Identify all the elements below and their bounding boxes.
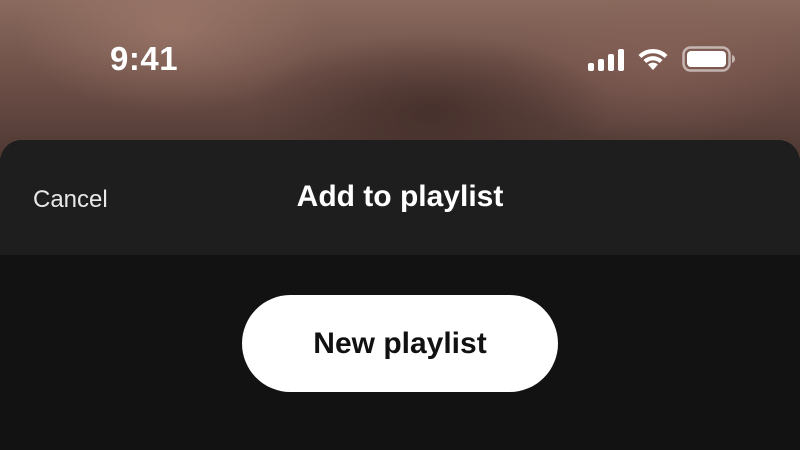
- sheet-title: Add to playlist: [296, 180, 504, 213]
- sheet-header: Cancel Add to playlist: [0, 140, 800, 255]
- battery-icon: [682, 46, 736, 72]
- wifi-icon: [636, 46, 670, 72]
- add-to-playlist-sheet: Cancel Add to playlist New playlist: [0, 140, 800, 450]
- status-bar: 9:41: [0, 0, 800, 120]
- signal-icon: [588, 47, 624, 71]
- status-time: 9:41: [110, 40, 179, 77]
- add-to-playlist-screen: 9:41 Cancel Add to playlist New playlist: [0, 0, 800, 450]
- status-icons: [588, 44, 736, 74]
- new-playlist-button[interactable]: New playlist: [242, 295, 558, 392]
